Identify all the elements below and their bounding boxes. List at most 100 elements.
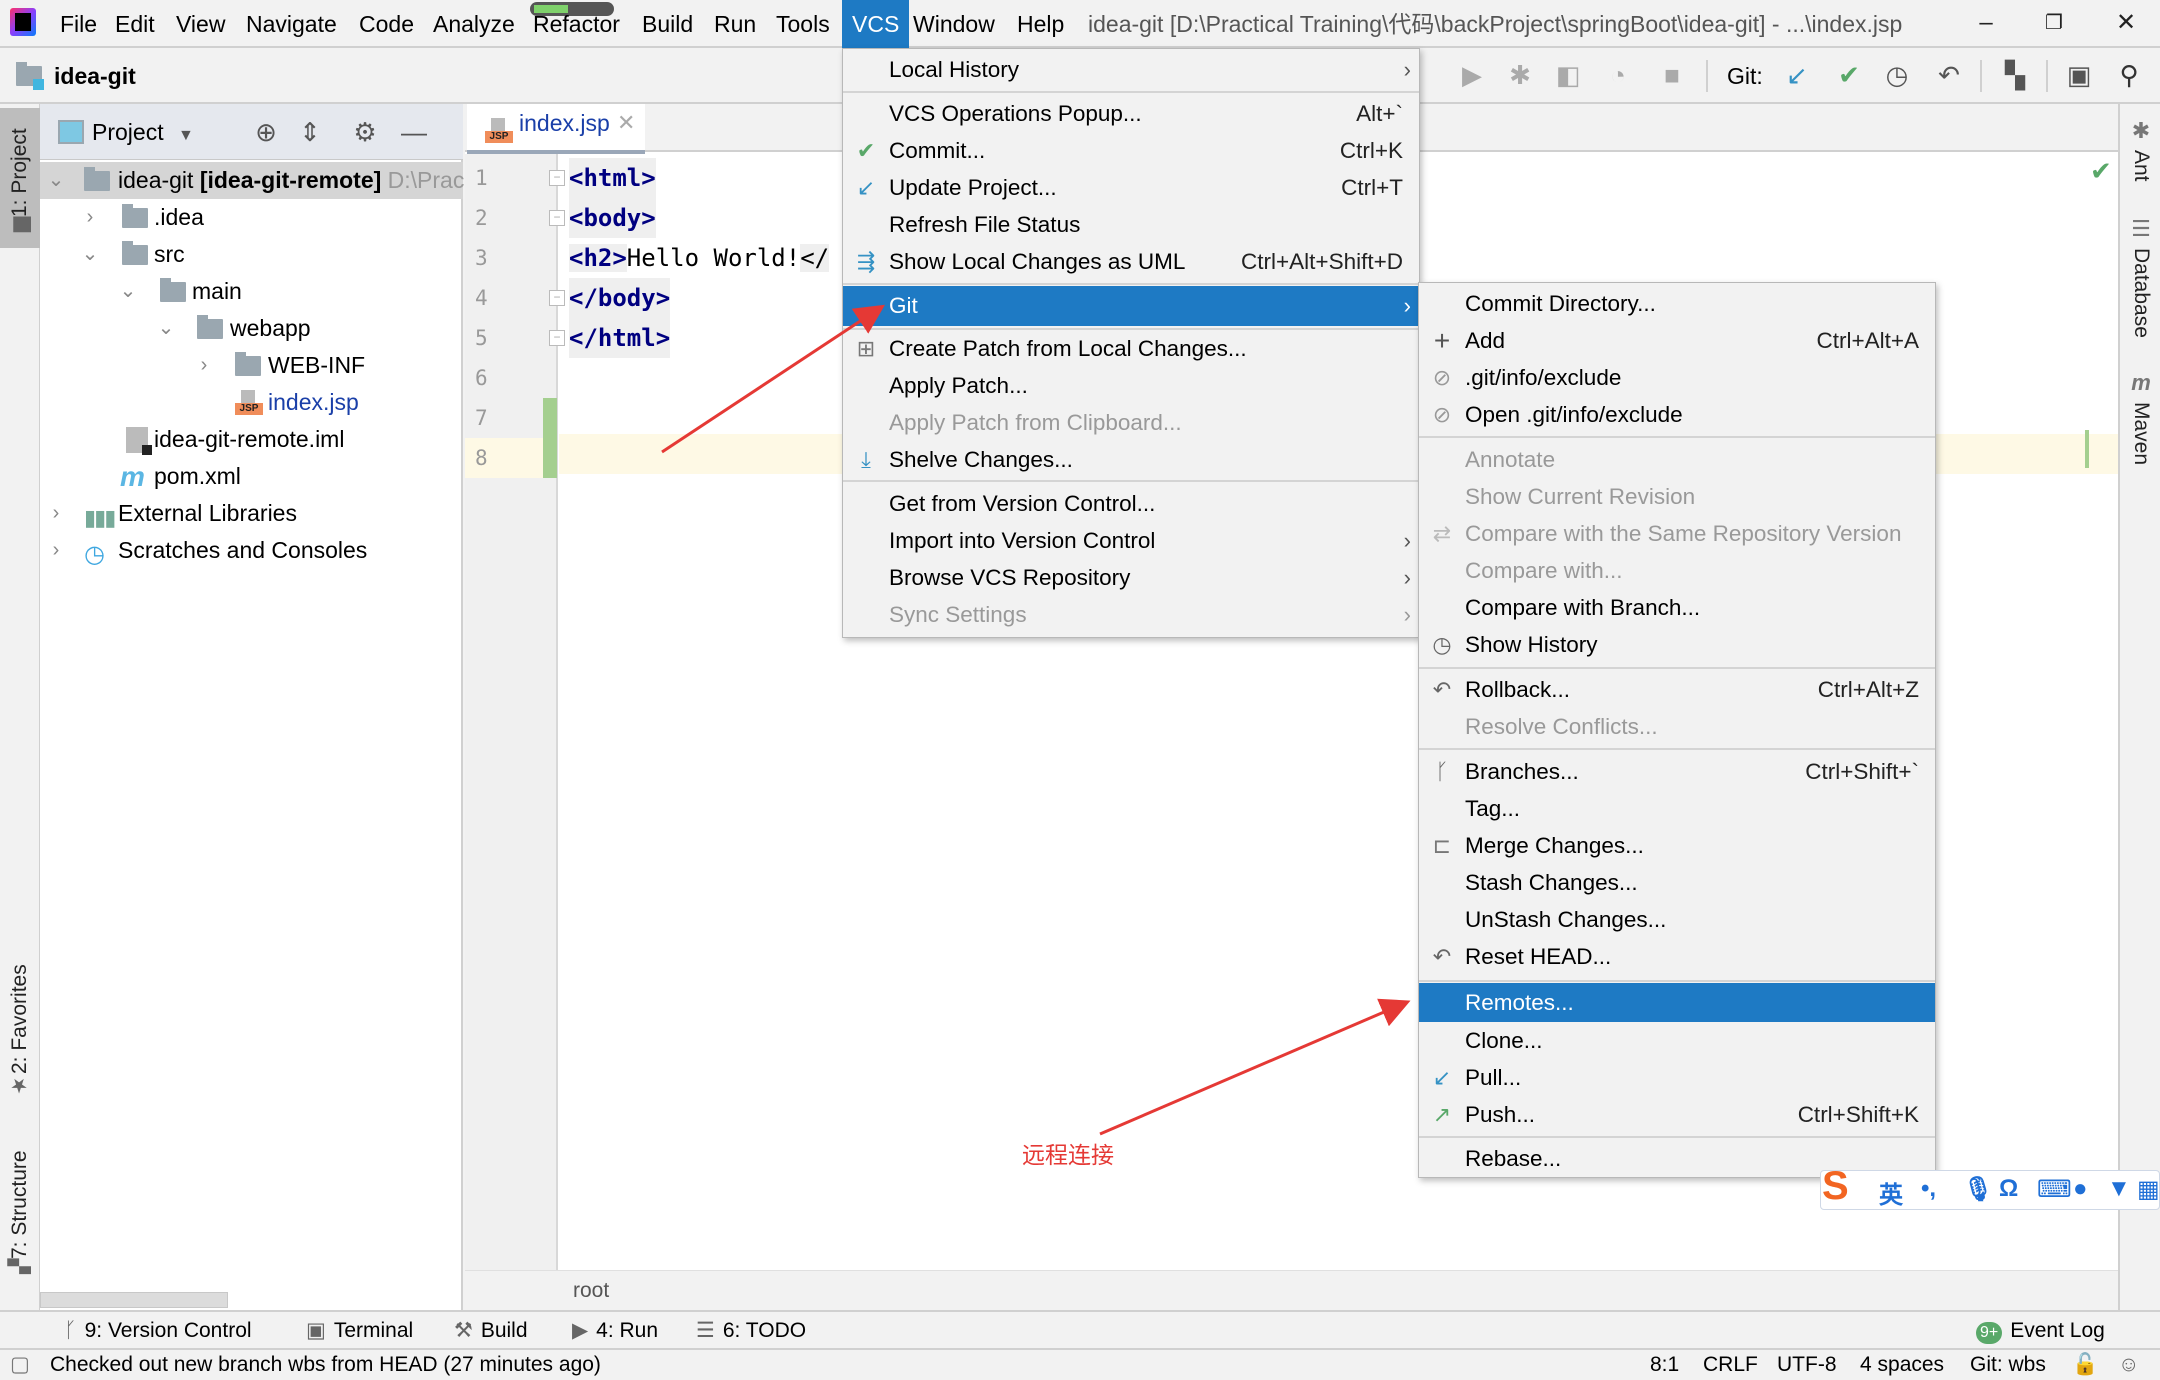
menu-item-reset-head[interactable]: ↶ Reset HEAD... — [1419, 938, 1935, 975]
menu-navigate[interactable]: Navigate — [240, 0, 343, 48]
menu-vcs[interactable]: VCS — [842, 0, 910, 48]
menu-item-sync-settings[interactable]: Sync Settings › — [843, 596, 1419, 633]
fold-marker[interactable]: − — [549, 290, 565, 306]
tree-node-idea[interactable]: › .idea — [40, 199, 463, 236]
locate-file-icon[interactable]: ⊕ — [250, 116, 282, 148]
code-line[interactable]: </body> — [569, 278, 671, 318]
menu-item-remotes[interactable]: Remotes... — [1419, 983, 1935, 1022]
menu-item-compare-with[interactable]: Compare with... — [1419, 552, 1935, 589]
line-separator[interactable]: CRLF — [1703, 1350, 1758, 1380]
menu-window[interactable]: Window — [907, 0, 1001, 48]
tree-node-scratches[interactable]: › ◷ Scratches and Consoles — [40, 532, 463, 569]
ime-punct-toggle[interactable]: •, — [1921, 1175, 1936, 1203]
chevron-right-icon[interactable]: › — [46, 495, 66, 532]
inspector-icon[interactable]: ☺ — [2118, 1350, 2139, 1380]
menu-item-rollback[interactable]: ↶ Rollback... Ctrl+Alt+Z — [1419, 671, 1935, 708]
menu-item-import-into-vcs[interactable]: Import into Version Control › — [843, 522, 1419, 559]
code-line[interactable]: </html> — [569, 318, 671, 358]
menu-item-create-patch[interactable]: ⊞ Create Patch from Local Changes... — [843, 330, 1419, 367]
menu-item-compare-with-branch[interactable]: Compare with Branch... — [1419, 589, 1935, 626]
menu-item-show-history[interactable]: ◷ Show History — [1419, 626, 1935, 663]
tree-node-external-libraries[interactable]: › ▮▮▮ External Libraries — [40, 495, 463, 532]
menu-item-shelve-changes[interactable]: ⤓ Shelve Changes... — [843, 441, 1419, 478]
nav-project-name[interactable]: idea-git — [54, 48, 136, 104]
tool-build[interactable]: ⚒ Build — [454, 1312, 528, 1350]
tool-tab-favorites[interactable]: ★ 2: Favorites — [0, 964, 40, 1114]
menu-edit[interactable]: Edit — [109, 0, 161, 48]
horizontal-scrollbar[interactable] — [40, 1292, 228, 1308]
menu-item-annotate[interactable]: Annotate — [1419, 441, 1935, 478]
tool-event-log[interactable]: 9+ Event Log — [1976, 1312, 2105, 1350]
collapse-all-icon[interactable]: ⇕ — [294, 116, 326, 148]
menu-help[interactable]: Help — [1011, 0, 1070, 48]
omega-icon[interactable]: Ω — [1999, 1175, 2018, 1203]
skin-icon[interactable]: ▼ — [2107, 1175, 2131, 1203]
chevron-down-icon[interactable]: ⌄ — [80, 236, 100, 273]
tool-run[interactable]: ▶ 4: Run — [572, 1312, 658, 1350]
menu-item-browse-vcs-repo[interactable]: Browse VCS Repository › — [843, 559, 1419, 596]
menu-file[interactable]: File — [54, 0, 103, 48]
menu-code[interactable]: Code — [353, 0, 420, 48]
git-commit-icon[interactable]: ✔ — [1832, 58, 1866, 92]
menu-item-show-current-revision[interactable]: Show Current Revision — [1419, 478, 1935, 515]
close-tab-icon[interactable]: ✕ — [617, 110, 635, 136]
menu-item-refresh-file-status[interactable]: Refresh File Status — [843, 206, 1419, 243]
tree-node-web-inf[interactable]: › WEB-INF — [40, 347, 463, 384]
menu-item-apply-patch-clipboard[interactable]: Apply Patch from Clipboard... — [843, 404, 1419, 441]
ime-lang-toggle[interactable]: 英 — [1879, 1175, 1903, 1210]
chevron-down-icon[interactable]: ⌄ — [118, 273, 138, 310]
menu-item-git-info-exclude[interactable]: ⊘ .git/info/exclude — [1419, 359, 1935, 396]
git-update-icon[interactable]: ↙ — [1780, 58, 1814, 92]
scrollbar-change-marker[interactable] — [2085, 430, 2089, 468]
menu-tools[interactable]: Tools — [770, 0, 836, 48]
chevron-down-icon[interactable]: ⌄ — [46, 162, 66, 199]
menu-item-resolve-conflicts[interactable]: Resolve Conflicts... — [1419, 708, 1935, 745]
indent-setting[interactable]: 4 spaces — [1860, 1350, 1944, 1380]
menu-item-unstash-changes[interactable]: UnStash Changes... — [1419, 901, 1935, 938]
menu-refactor[interactable]: Refactor — [527, 0, 626, 48]
coverage-icon[interactable]: ◧ — [1551, 58, 1585, 92]
lock-icon[interactable]: 🔓 — [2072, 1350, 2098, 1380]
menu-item-local-history[interactable]: Local History › — [843, 51, 1419, 88]
menu-item-commit[interactable]: ✔ Commit... Ctrl+K — [843, 132, 1419, 169]
code-line[interactable]: <body> — [569, 198, 656, 238]
menu-view[interactable]: View — [170, 0, 231, 48]
profile-icon[interactable]: ◔ — [1601, 58, 1635, 92]
git-rollback-icon[interactable]: ↶ — [1932, 58, 1966, 92]
apps-icon[interactable]: ▦ — [2137, 1175, 2160, 1204]
caret-position[interactable]: 8:1 — [1650, 1350, 1679, 1380]
menu-item-stash-changes[interactable]: Stash Changes... — [1419, 864, 1935, 901]
fold-marker[interactable]: − — [549, 170, 565, 186]
project-structure-icon[interactable]: ▚ — [1998, 58, 2032, 92]
project-view-selector[interactable]: Project ▼ — [92, 104, 194, 164]
tree-node-webapp[interactable]: ⌄ webapp — [40, 310, 463, 347]
file-encoding[interactable]: UTF-8 — [1777, 1350, 1837, 1380]
debug-icon[interactable]: ✱ — [1503, 58, 1537, 92]
tree-node-src[interactable]: ⌄ src — [40, 236, 463, 273]
status-toggle-icon[interactable]: ▢ — [10, 1350, 30, 1380]
menu-item-get-from-vcs[interactable]: Get from Version Control... — [843, 485, 1419, 522]
menu-item-update-project[interactable]: ↙ Update Project... Ctrl+T — [843, 169, 1419, 206]
menu-analyze[interactable]: Analyze — [427, 0, 521, 48]
chevron-right-icon[interactable]: › — [46, 532, 66, 569]
menu-item-clone[interactable]: Clone... — [1419, 1022, 1935, 1059]
stop-icon[interactable]: ■ — [1655, 58, 1689, 92]
microphone-icon[interactable]: 🎙 — [1963, 1175, 1993, 1204]
code-line[interactable]: <html> — [569, 158, 656, 198]
tree-node-index-jsp[interactable]: JSP index.jsp — [40, 384, 463, 421]
menu-build[interactable]: Build — [636, 0, 699, 48]
gear-icon[interactable]: ⚙ — [349, 116, 381, 148]
tree-node-project-root[interactable]: ⌄ idea-git [idea-git-remote] D:\Prac — [40, 162, 464, 199]
git-history-icon[interactable]: ◷ — [1880, 58, 1914, 92]
no-problems-check-icon[interactable]: ✔ — [2090, 156, 2112, 187]
menu-item-compare-same-repo-version[interactable]: ⇄ Compare with the Same Repository Versio… — [1419, 515, 1935, 552]
tool-tab-structure[interactable]: ▞ 7: Structure — [0, 1140, 40, 1290]
chevron-down-icon[interactable]: ⌄ — [156, 310, 176, 347]
status-message[interactable]: Checked out new branch wbs from HEAD (27… — [50, 1350, 601, 1380]
vcs-added-marker[interactable] — [543, 398, 557, 478]
tool-tab-database[interactable]: ☰ Database — [2120, 216, 2160, 346]
code-line[interactable]: <h2>Hello World!</ — [569, 238, 830, 278]
tool-terminal[interactable]: ▣ Terminal — [306, 1312, 413, 1350]
tree-node-iml[interactable]: idea-git-remote.iml — [40, 421, 463, 458]
tool-tab-ant[interactable]: ✱ Ant — [2120, 118, 2160, 198]
